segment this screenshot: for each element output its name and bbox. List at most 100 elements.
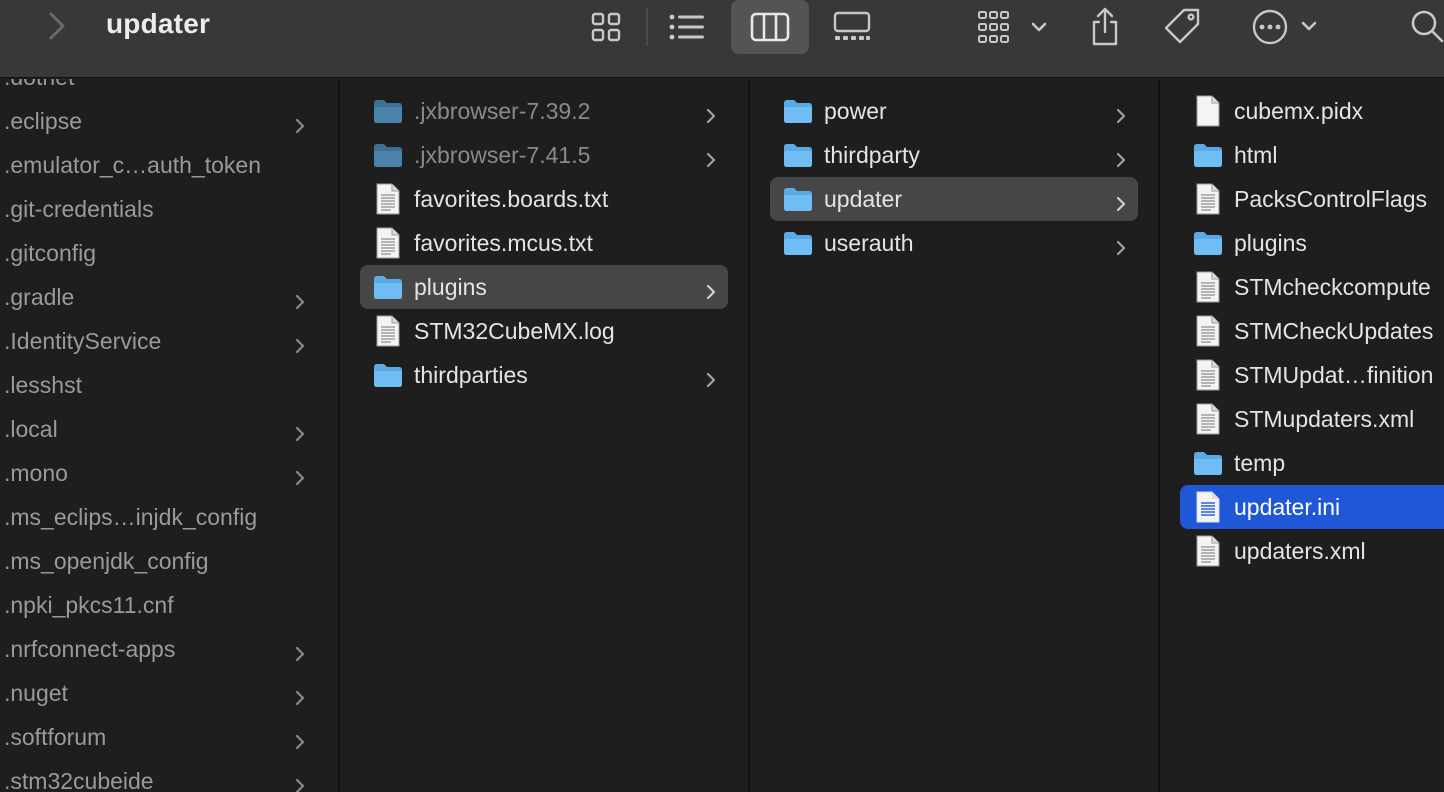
item-label: .mono <box>4 459 68 486</box>
folder-row[interactable]: userauth <box>770 221 1138 265</box>
search-button[interactable] <box>1404 0 1444 54</box>
folder-row[interactable]: .jxbrowser-7.39.2 <box>360 89 728 133</box>
file-row[interactable]: .npki_pkcs11.cnf <box>0 583 338 627</box>
folder-row[interactable]: .IdentityService <box>0 319 338 363</box>
chevron-right-icon <box>294 289 306 310</box>
folder-row[interactable]: html <box>1180 133 1444 177</box>
item-label: .ms_openjdk_config <box>4 547 209 574</box>
folder-row[interactable]: .gradle <box>0 275 338 319</box>
chevron-right-icon <box>294 773 306 792</box>
folder-row[interactable]: thirdparty <box>770 133 1138 177</box>
browser-column-plugins: power thirdparty updater userauth <box>750 79 1158 792</box>
text-file-icon <box>1192 535 1224 567</box>
file-row[interactable]: STMupdaters.xml <box>1180 397 1444 441</box>
folder-row[interactable]: .stm32cubeide <box>0 759 338 792</box>
chevron-right-icon <box>705 103 717 124</box>
toolbar: updater <box>0 0 1444 78</box>
file-row[interactable]: cubemx.pidx <box>1180 89 1444 133</box>
folder-row[interactable]: .mono <box>0 451 338 495</box>
group-button[interactable] <box>970 0 1050 54</box>
chevron-right-icon <box>294 113 306 134</box>
column-view-button[interactable] <box>731 0 809 54</box>
item-label: STMcheckcompute <box>1234 273 1431 300</box>
file-row[interactable]: favorites.mcus.txt <box>360 221 728 265</box>
share-button[interactable] <box>1084 0 1126 54</box>
item-label: userauth <box>824 229 914 256</box>
chevron-right-icon <box>294 333 306 354</box>
folder-row[interactable]: plugins <box>360 265 728 309</box>
item-label: power <box>824 97 887 124</box>
folder-icon <box>1192 139 1224 171</box>
tag-icon <box>1162 6 1204 48</box>
chevron-right-icon <box>294 465 306 486</box>
folder-row[interactable]: .local <box>0 407 338 451</box>
folder-row[interactable]: .jxbrowser-7.41.5 <box>360 133 728 177</box>
item-label: .jxbrowser-7.39.2 <box>414 97 591 124</box>
item-label: .gradle <box>4 283 75 310</box>
chevron-right-icon <box>705 367 717 388</box>
gallery-view-button[interactable] <box>828 0 876 54</box>
item-label: thirdparty <box>824 141 920 168</box>
folder-row[interactable]: updater <box>770 177 1138 221</box>
folder-row[interactable]: .eclipse <box>0 99 338 143</box>
item-label: .lesshst <box>4 371 82 398</box>
item-label: STM32CubeMX.log <box>414 317 615 344</box>
item-label: html <box>1234 141 1278 168</box>
file-row[interactable]: .lesshst <box>0 363 338 407</box>
folder-icon <box>1192 227 1224 259</box>
file-row[interactable]: STM32CubeMX.log <box>360 309 728 353</box>
item-label: .ms_eclips…injdk_config <box>4 503 258 530</box>
item-label: plugins <box>1234 229 1307 256</box>
item-label: updater <box>824 185 903 212</box>
text-file-icon <box>1192 359 1224 391</box>
file-row[interactable]: STMcheckcompute <box>1180 265 1444 309</box>
folder-row[interactable]: .nrfconnect-apps <box>0 627 338 671</box>
item-label: .npki_pkcs11.cnf <box>4 591 174 618</box>
file-row[interactable]: .emulator_c…auth_token <box>0 143 338 187</box>
list-view-button[interactable] <box>664 0 710 54</box>
item-label: .gitconfig <box>4 239 97 266</box>
more-actions-button[interactable] <box>1244 0 1324 54</box>
file-row[interactable]: favorites.boards.txt <box>360 177 728 221</box>
text-file-icon <box>1192 271 1224 303</box>
icon-view-button[interactable] <box>584 0 628 54</box>
item-label: cubemx.pidx <box>1234 97 1364 124</box>
chevron-right-icon <box>1115 235 1127 256</box>
file-row[interactable]: .ms_eclips…injdk_config <box>0 495 338 539</box>
item-label: favorites.mcus.txt <box>414 229 593 256</box>
folder-icon <box>372 139 404 171</box>
folder-icon <box>372 95 404 127</box>
file-row[interactable]: STMCheckUpdates <box>1180 309 1444 353</box>
folder-icon <box>1192 447 1224 479</box>
text-file-icon <box>1192 403 1224 435</box>
folder-row[interactable]: .softforum <box>0 715 338 759</box>
group-icon <box>973 9 1047 45</box>
gallery-view-icon <box>832 11 872 43</box>
share-icon <box>1088 6 1122 48</box>
file-row[interactable]: .gitconfig <box>0 231 338 275</box>
file-row[interactable]: .ms_openjdk_config <box>0 539 338 583</box>
file-row[interactable]: PacksControlFlags <box>1180 177 1444 221</box>
item-label: .emulator_c…auth_token <box>4 151 261 178</box>
folder-row[interactable]: .dotnet <box>0 79 338 99</box>
folder-row[interactable]: thirdparties <box>360 353 728 397</box>
item-label: .stm32cubeide <box>4 767 154 792</box>
chevron-right-icon <box>1115 103 1127 124</box>
folder-icon <box>782 227 814 259</box>
chevron-right-icon <box>1115 147 1127 168</box>
item-label: STMUpdat…finition <box>1234 361 1434 388</box>
file-row[interactable]: updater.ini <box>1180 485 1444 529</box>
tag-button[interactable] <box>1160 0 1206 54</box>
list-view-icon <box>668 12 706 42</box>
folder-row[interactable]: temp <box>1180 441 1444 485</box>
folder-row[interactable]: plugins <box>1180 221 1444 265</box>
text-file-icon <box>1192 315 1224 347</box>
folder-row[interactable]: .nuget <box>0 671 338 715</box>
file-row[interactable]: .git-credentials <box>0 187 338 231</box>
back-chevron-icon[interactable] <box>46 10 70 42</box>
chevron-right-icon <box>294 641 306 662</box>
item-label: .jxbrowser-7.41.5 <box>414 141 591 168</box>
folder-row[interactable]: power <box>770 89 1138 133</box>
file-row[interactable]: updaters.xml <box>1180 529 1444 573</box>
file-row[interactable]: STMUpdat…finition <box>1180 353 1444 397</box>
